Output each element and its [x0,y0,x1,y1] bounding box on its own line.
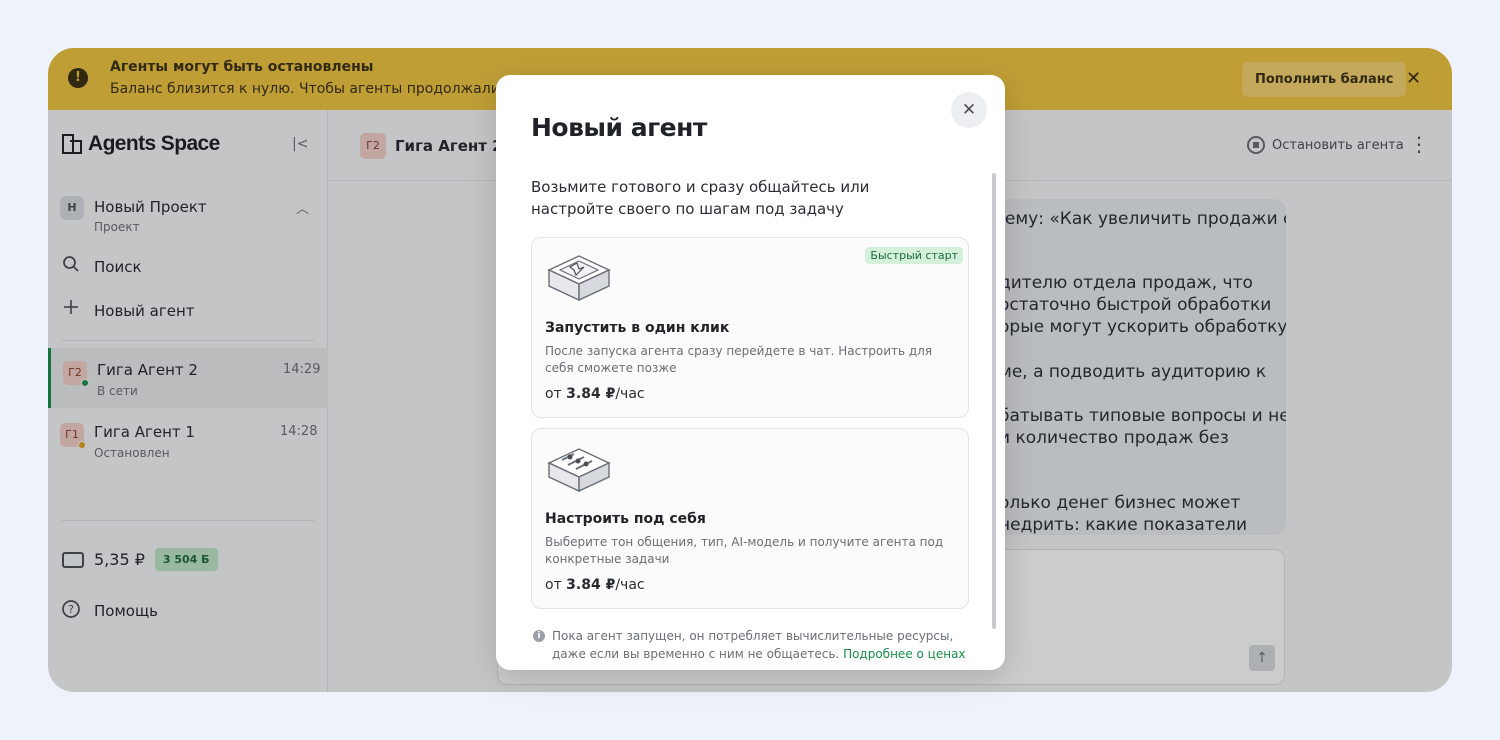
price-unit: /час [615,386,645,402]
card-price: от 3.84 ₽/час [545,577,645,593]
card-description: После запуска агента сразу перейдете в ч… [545,344,933,375]
modal-title: Новый агент [531,113,707,142]
card-description: Выберите тон общения, тип, AI-модель и п… [545,535,944,566]
price-value: 3.84 ₽ [566,577,616,593]
pricing-details-link[interactable]: Подробнее о ценах [843,647,965,661]
quick-start-card[interactable]: Быстрый старт Запустить в один клик Посл… [531,237,969,418]
price-prefix: от [545,577,567,593]
modal-scrollbar[interactable] [992,173,996,629]
card-price: от 3.84 ₽/час [545,386,645,402]
modal-intro: Возьмите готового и сразу общайтесь или … [531,178,870,218]
card-title: Запустить в один клик [545,320,730,336]
price-unit: /час [615,577,645,593]
price-value: 3.84 ₽ [566,386,616,402]
new-agent-modal: Новый агент ✕ Возьмите готового и сразу … [496,75,1005,670]
quick-start-badge: Быстрый старт [865,247,963,264]
settings-box-icon [546,441,612,497]
custom-setup-card[interactable]: Настроить под себя Выберите тон общения,… [531,428,969,609]
close-icon[interactable]: ✕ [951,92,987,128]
price-prefix: от [545,386,567,402]
card-title: Настроить под себя [545,511,706,527]
quick-start-box-icon [546,250,612,306]
info-icon: i [533,630,545,642]
